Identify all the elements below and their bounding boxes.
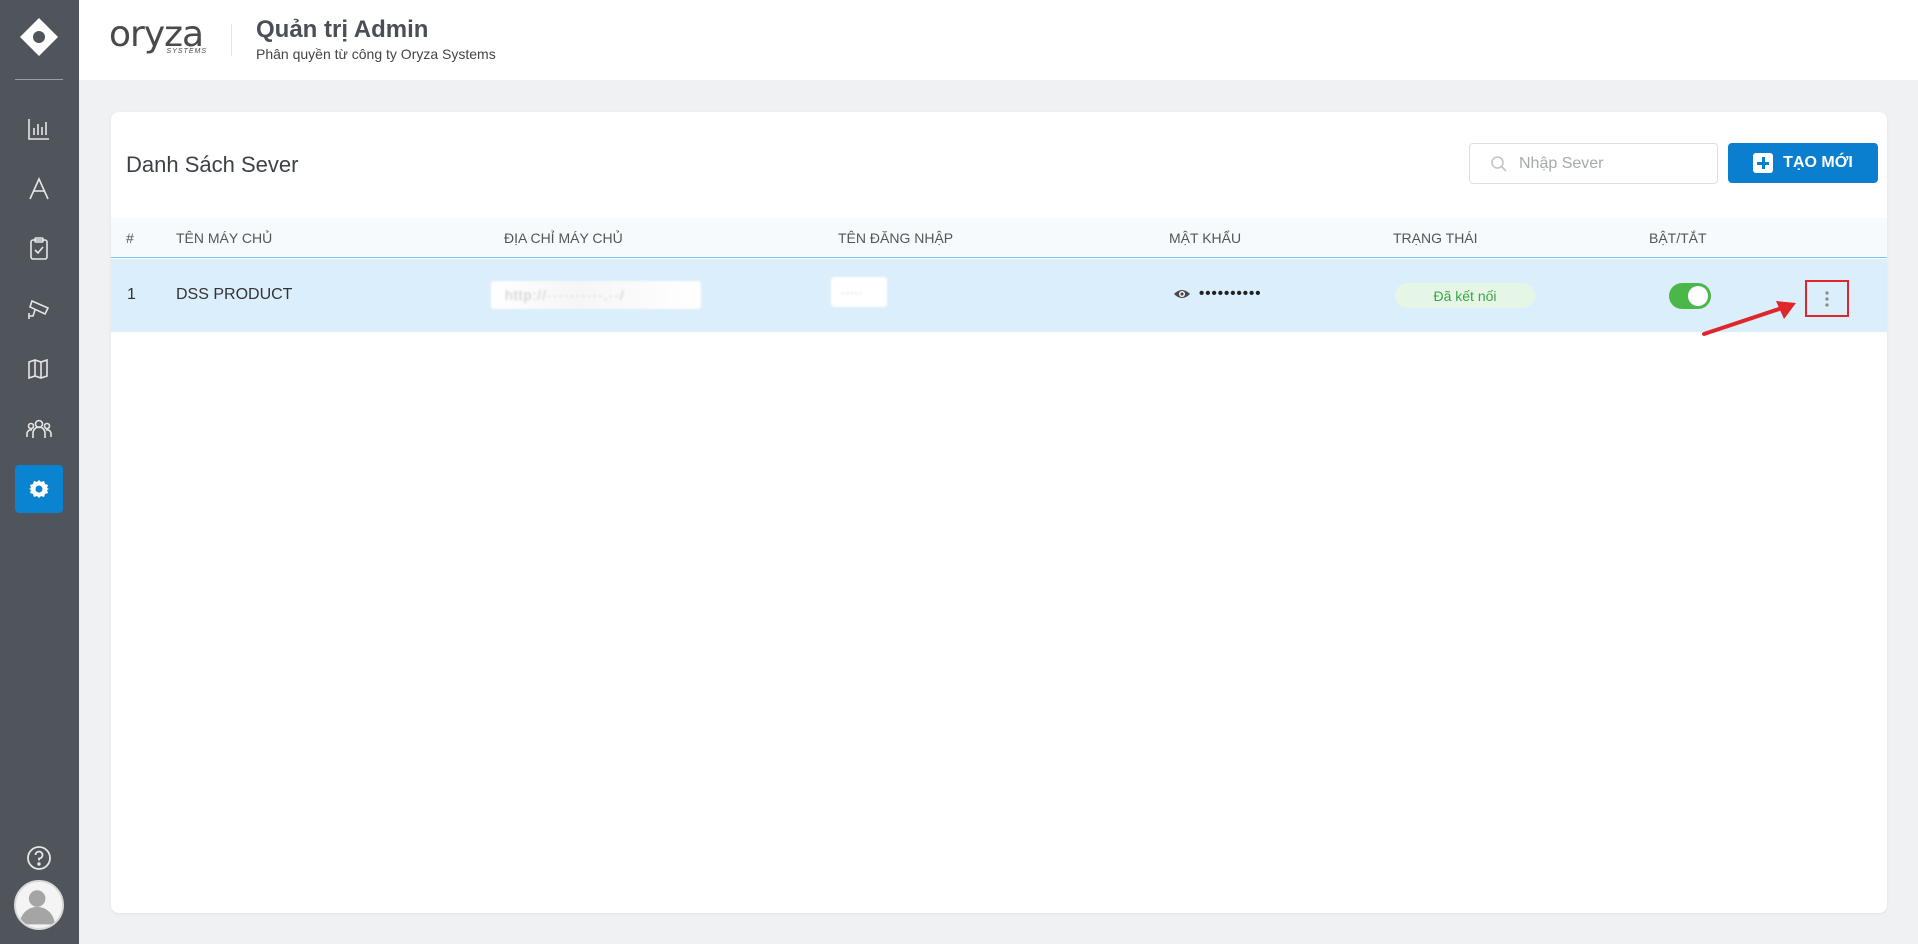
map-icon — [28, 358, 48, 380]
row-index: 1 — [127, 286, 136, 303]
more-vertical-icon — [1825, 290, 1829, 307]
sidebar-item-map[interactable] — [15, 345, 63, 393]
app-logo-icon[interactable] — [18, 16, 60, 58]
enable-toggle[interactable] — [1669, 283, 1711, 309]
brand-sub: SYSTEMS — [166, 48, 207, 55]
sidebar-item-tasks[interactable] — [15, 225, 63, 273]
server-list-card: Danh Sách Sever TẠO MỚI # TÊN MÁY CHỦ ĐỊ… — [111, 112, 1887, 913]
plus-icon — [1753, 153, 1774, 173]
column-index: # — [126, 230, 134, 246]
column-password: MẬT KHẨU — [1169, 230, 1242, 246]
sidebar-item-settings[interactable] — [15, 465, 63, 513]
sidebar — [0, 0, 79, 944]
search-box[interactable] — [1469, 143, 1718, 184]
password-mask: •••••••••• — [1199, 285, 1262, 302]
search-input[interactable] — [1519, 144, 1709, 183]
row-server-name: DSS PRODUCT — [176, 286, 293, 303]
table-header: # TÊN MÁY CHỦ ĐỊA CHỈ MÁY CHỦ TÊN ĐĂNG N… — [111, 218, 1887, 258]
row-server-address: http://··········.··/ — [505, 287, 625, 303]
table-row[interactable]: 1 DSS PRODUCT http://··········.··/ ····… — [111, 259, 1887, 332]
create-new-button[interactable]: TẠO MỚI — [1728, 143, 1878, 183]
create-new-label: TẠO MỚI — [1783, 154, 1853, 171]
search-icon — [1491, 156, 1507, 172]
row-username-redacted: ····· — [831, 277, 887, 307]
page-title: Quản trị Admin — [256, 16, 429, 43]
top-header: oryza SYSTEMS Quản trị Admin Phân quyền … — [79, 0, 1918, 80]
avatar[interactable] — [14, 880, 64, 930]
avatar-icon — [19, 890, 55, 925]
row-server-address-redacted: http://··········.··/ — [491, 281, 701, 309]
sidebar-item-users[interactable] — [15, 405, 63, 453]
row-password: •••••••••• — [1173, 285, 1262, 302]
camera-icon — [28, 299, 50, 319]
page-subtitle: Phân quyền từ công ty Oryza Systems — [256, 46, 496, 62]
sidebar-divider — [15, 79, 63, 80]
column-status: TRẠNG THÁI — [1393, 230, 1478, 246]
sidebar-item-camera[interactable] — [15, 285, 63, 333]
status-badge: Đã kết nối — [1395, 283, 1535, 308]
more-actions-button[interactable] — [1805, 280, 1849, 317]
header-divider — [231, 24, 232, 56]
brand-logo[interactable]: oryza SYSTEMS — [109, 14, 209, 60]
column-toggle: BẬT/TẮT — [1649, 230, 1707, 246]
settings-icon — [29, 480, 49, 498]
clipboard-check-icon — [30, 237, 48, 260]
row-username: ····· — [841, 285, 863, 300]
sidebar-item-dashboard[interactable] — [15, 105, 63, 153]
card-title: Danh Sách Sever — [126, 152, 299, 177]
column-server-name: TÊN MÁY CHỦ — [176, 230, 273, 246]
sidebar-item-text[interactable] — [15, 165, 63, 213]
font-icon — [29, 177, 49, 200]
eye-icon[interactable] — [1173, 287, 1191, 301]
users-icon — [26, 419, 52, 438]
help-icon[interactable] — [25, 844, 53, 872]
column-username: TÊN ĐĂNG NHẬP — [838, 230, 954, 246]
chart-icon — [28, 119, 49, 140]
column-server-address: ĐỊA CHỈ MÁY CHỦ — [504, 230, 623, 246]
